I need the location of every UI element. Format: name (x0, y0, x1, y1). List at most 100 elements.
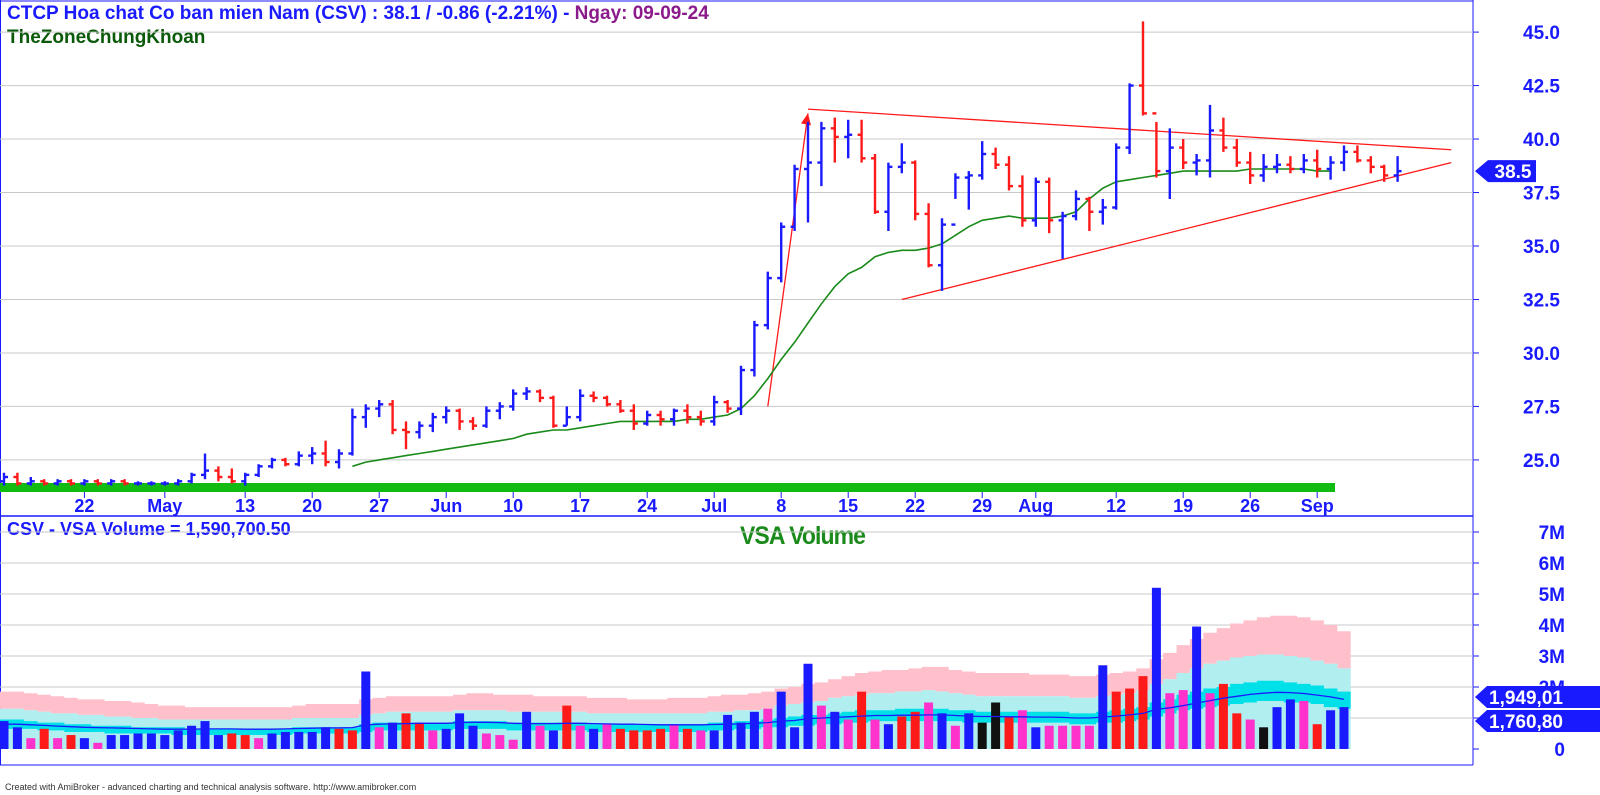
x-tick-label: 24 (637, 496, 657, 516)
volume-bar (1098, 665, 1108, 749)
stock-chart: 25.0 27.5 30.0 32.5 35.0 37.5 40.0 42.5 45.0 22 Ma… (0, 0, 1600, 766)
volume-bar (93, 742, 103, 749)
volume-bar (602, 724, 612, 749)
x-tick-label: 17 (570, 496, 590, 516)
volume-bar (146, 733, 156, 749)
price-tick-label: 32.5 (1523, 290, 1560, 311)
ohlc-bar (790, 164, 799, 232)
ohlc-bar (710, 395, 719, 426)
ohlc-bar (281, 457, 290, 467)
volume-bar (374, 727, 384, 749)
ohlc-bar (1393, 156, 1402, 182)
ohlc-bar (643, 410, 652, 426)
ohlc-bar (361, 404, 370, 428)
ohlc-bar (817, 121, 826, 187)
ohlc-bar (1112, 143, 1121, 210)
x-tick-label: 20 (302, 496, 322, 516)
ohlc-bar (1206, 104, 1214, 178)
x-tick-label: Jun (430, 496, 462, 516)
volume-bar (977, 722, 987, 749)
volume-bar (1178, 690, 1188, 749)
price-tick-label: 42.5 (1523, 77, 1560, 98)
ohlc-bar (509, 389, 518, 411)
ohlc-bar (187, 472, 196, 484)
ohlc-bar (938, 218, 946, 291)
volume-bar (897, 716, 907, 749)
ohlc-bar (576, 389, 585, 422)
volume-bar (749, 711, 759, 749)
x-tick-label: May (147, 496, 182, 516)
volume-bar (937, 713, 947, 749)
volume-bar (1285, 699, 1295, 749)
volume-bar (575, 725, 585, 749)
ohlc-bar (455, 408, 464, 430)
volume-bar (1071, 725, 1081, 749)
ohlc-bar (951, 173, 960, 226)
volume-bar (1084, 725, 1094, 749)
volume-bar (562, 705, 572, 749)
volume-bar (1165, 693, 1175, 749)
volume-bar (816, 705, 826, 749)
price-tick-label: 45.0 (1523, 23, 1560, 44)
ohlc-bar (1366, 156, 1375, 174)
volume-bar (495, 735, 505, 749)
volume-bar (1192, 626, 1202, 749)
volume-bar (66, 735, 76, 749)
ohlc-bar (1380, 164, 1389, 182)
ohlc-bar (830, 117, 839, 163)
volume-bar (307, 731, 317, 749)
ohlc-bar (911, 160, 920, 221)
volume-bar (414, 722, 424, 749)
volume-bar (1259, 727, 1269, 749)
volume-bar (120, 735, 130, 749)
trendline-arrowhead (801, 113, 811, 126)
ohlc-bar (1259, 154, 1268, 182)
volume-bar (1058, 725, 1068, 749)
ohlc-bar (964, 171, 973, 210)
ohlc-bar (294, 451, 303, 467)
volume-bar (361, 671, 371, 749)
moving-average-line (352, 168, 1331, 468)
ohlc-bar (1286, 156, 1295, 174)
last-price-label: 38.5 (1495, 162, 1532, 183)
volume-bar (39, 728, 49, 749)
ohlc-bar (1326, 156, 1335, 180)
ohlc-bar (670, 408, 678, 426)
volume-bar (723, 714, 733, 749)
volume-bar (1125, 688, 1135, 749)
volume-bar (709, 730, 719, 749)
x-tick-label: 22 (74, 496, 94, 516)
volume-bar (1272, 707, 1282, 749)
ohlc-bar (1353, 145, 1362, 163)
volume-bar (12, 727, 22, 749)
price-tick-label: 37.5 (1523, 184, 1560, 205)
ohlc-bar (1179, 139, 1188, 169)
trendline (767, 113, 809, 407)
volume-bar (843, 719, 853, 749)
price-tick-label: 30.0 (1523, 344, 1560, 365)
ohlc-bar (991, 147, 1000, 169)
ohlc-bar (562, 406, 571, 427)
ohlc-bar (1125, 83, 1134, 155)
volume-bar (991, 702, 1001, 749)
volume-bar (254, 738, 264, 749)
ohlc-bar (629, 404, 638, 430)
ohlc-bar (603, 395, 611, 407)
volume-tick-label: 5M (1539, 585, 1565, 606)
ohlc-bar (924, 203, 933, 268)
volume-bar (1218, 683, 1228, 749)
volume-badge-lower-label: 1,760,80 (1489, 712, 1563, 733)
volume-bar (1004, 716, 1014, 749)
ohlc-bar (857, 119, 866, 163)
ohlc-bar (589, 391, 598, 403)
ohlc-bar (442, 406, 451, 424)
ohlc-bar (1018, 175, 1027, 227)
ohlc-bar (1031, 177, 1040, 227)
volume-bar (26, 738, 36, 749)
volume-bar (696, 730, 706, 749)
volume-bar (79, 738, 89, 749)
volume-tick-label: 7M (1539, 523, 1565, 544)
volume-bar (53, 738, 63, 749)
x-tick-label: 22 (905, 496, 925, 516)
ohlc-bar (750, 320, 759, 377)
